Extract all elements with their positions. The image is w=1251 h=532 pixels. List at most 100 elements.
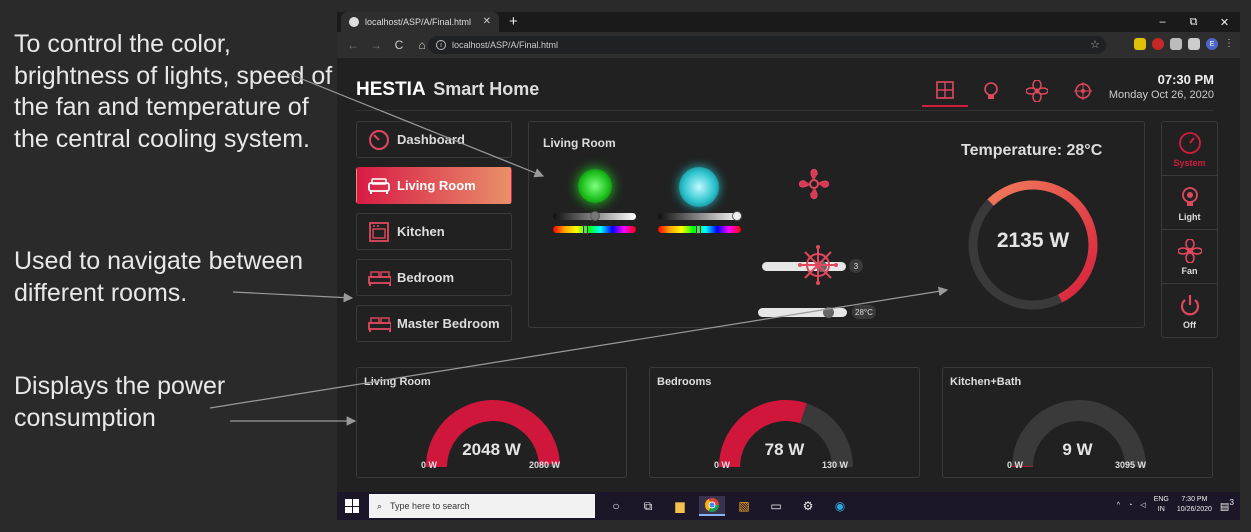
sofa-icon: [367, 175, 391, 197]
slider-thumb[interactable]: [583, 225, 588, 234]
ac-icon[interactable]: [797, 244, 839, 286]
ac-temperature-slider[interactable]: [758, 307, 847, 318]
power-card-min: 0 W: [421, 460, 438, 470]
taskbar-clock[interactable]: 7:30 PM 10/26/2020: [1177, 495, 1212, 515]
power-card-value: 2048 W: [462, 440, 521, 459]
top-nav-fan[interactable]: [1014, 74, 1060, 107]
room-kitchen[interactable]: Kitchen: [356, 213, 512, 250]
mode-off[interactable]: Off: [1162, 284, 1217, 338]
light-2-bulb-icon[interactable]: [679, 167, 719, 207]
room-living-room[interactable]: Living Room: [356, 167, 512, 204]
region-code: IN: [1157, 506, 1165, 513]
light-1-brightness-slider[interactable]: [553, 211, 636, 221]
url-field[interactable]: i localhost/ASP/A/Final.html ☆: [428, 36, 1106, 54]
extension-icon[interactable]: [1170, 38, 1182, 50]
power-card-title: Living Room: [364, 376, 431, 388]
extension-icon[interactable]: [1134, 38, 1146, 50]
taskbar-search-field[interactable]: ⌕ Type here to search: [369, 494, 595, 518]
room-dashboard[interactable]: Dashboard: [356, 121, 512, 158]
home-button[interactable]: ⌂: [415, 38, 429, 52]
mode-label: Fan: [1181, 265, 1198, 276]
fan-icon[interactable]: [795, 165, 833, 203]
info-icon[interactable]: i: [436, 40, 446, 50]
extension-icon[interactable]: [1152, 38, 1164, 50]
top-nav-ac[interactable]: [1060, 74, 1106, 107]
mode-light[interactable]: Light: [1162, 176, 1217, 230]
edge-icon[interactable]: ◉: [827, 496, 853, 516]
brand-subtitle: Smart Home: [433, 79, 540, 99]
mode-system[interactable]: System: [1162, 122, 1217, 176]
language-code: ENG: [1153, 496, 1169, 503]
browser-tab[interactable]: localhost/ASP/A/Final.html ✕: [341, 12, 499, 32]
slider-thumb[interactable]: [823, 307, 834, 318]
search-placeholder: Type here to search: [390, 501, 470, 511]
volume-icon[interactable]: ◁: [1140, 501, 1145, 509]
power-card-value: 9 W: [1062, 440, 1093, 459]
close-window-button[interactable]: ✕: [1209, 12, 1240, 32]
new-tab-button[interactable]: +: [509, 13, 518, 30]
language-indicator[interactable]: ENG IN: [1154, 495, 1169, 515]
room-label: Dashboard: [397, 132, 465, 147]
tab-close-icon[interactable]: ✕: [483, 16, 491, 27]
header-divider: [356, 110, 1213, 111]
windows-start-icon[interactable]: [345, 499, 359, 513]
room-master-bedroom[interactable]: Master Bedroom: [356, 305, 512, 342]
light-1-bulb-icon[interactable]: [578, 169, 612, 203]
profile-avatar[interactable]: E: [1206, 38, 1218, 50]
forward-button[interactable]: →: [369, 38, 383, 52]
globe-icon: [349, 17, 359, 27]
brand-name: HESTIA: [356, 79, 425, 100]
chevron-up-icon[interactable]: ^: [1117, 502, 1120, 509]
system-tray: ^ ◔ ◁ ENG IN 7:30 PM 10/26/2020 ▤3: [1117, 495, 1234, 515]
annotation-power: Displays the power consumption: [14, 372, 226, 432]
clock-date: Monday Oct 26, 2020: [1108, 89, 1214, 101]
restore-button[interactable]: ⧉: [1178, 12, 1209, 32]
address-bar-row: ← → C ⌂ i localhost/ASP/A/Final.html ☆ E…: [337, 32, 1240, 58]
chrome-icon[interactable]: [699, 496, 725, 516]
mode-selector: System Light Fan Off: [1161, 121, 1218, 338]
power-card-min: 0 W: [714, 460, 731, 470]
task-view-icon[interactable]: ⧉: [635, 496, 661, 516]
cortana-icon[interactable]: ○: [603, 496, 629, 516]
power-icon: [1177, 292, 1203, 318]
top-nav-light[interactable]: [968, 74, 1014, 107]
back-button[interactable]: ←: [346, 38, 360, 52]
oven-icon: [367, 221, 391, 243]
power-card-title: Kitchen+Bath: [950, 376, 1022, 388]
mode-label: Light: [1178, 211, 1201, 222]
terminal-icon[interactable]: ▭: [763, 496, 789, 516]
top-nav: [922, 74, 1106, 107]
annotation-navigate: Used to navigate between different rooms…: [14, 247, 304, 307]
notification-icon[interactable]: ▤3: [1220, 497, 1234, 512]
taskbar-time: 7:30 PM: [1181, 496, 1208, 503]
mode-fan[interactable]: Fan: [1162, 230, 1217, 284]
room-label: Kitchen: [397, 224, 445, 239]
power-card-kitchen-bath: Kitchen+Bath 9 W 0 W 3095 W: [942, 367, 1213, 478]
minimize-button[interactable]: –: [1147, 12, 1178, 32]
power-card-max: 2080 W: [529, 460, 561, 470]
file-explorer-icon[interactable]: ▆: [667, 496, 693, 516]
menu-dots-icon[interactable]: ⋮: [1224, 38, 1234, 50]
reload-button[interactable]: C: [392, 38, 406, 52]
power-card-max: 130 W: [822, 460, 849, 470]
control-panel-title: Living Room: [543, 136, 616, 150]
star-icon[interactable]: ☆: [1090, 38, 1100, 51]
room-bedroom[interactable]: Bedroom: [356, 259, 512, 296]
bed-icon: [367, 313, 391, 335]
room-label: Living Room: [397, 178, 476, 193]
puzzle-icon[interactable]: [1188, 38, 1200, 50]
top-nav-rooms[interactable]: [922, 74, 968, 107]
slider-thumb[interactable]: [732, 211, 742, 221]
settings-gear-icon[interactable]: ⚙: [795, 496, 821, 516]
clock: 07:30 PM Monday Oct 26, 2020: [1109, 72, 1214, 101]
light-2-brightness-slider[interactable]: [658, 211, 742, 221]
light-2-color-slider[interactable]: [658, 225, 741, 234]
light-1-color-slider[interactable]: [553, 225, 636, 234]
power-card-bedrooms: Bedrooms 78 W 0 W 130 W: [649, 367, 920, 478]
slider-thumb[interactable]: [696, 225, 701, 234]
slider-thumb[interactable]: [590, 211, 600, 221]
bulb-icon: [1177, 184, 1203, 210]
network-icon[interactable]: ◔: [1128, 502, 1132, 509]
room-control-panel: Living Room 3 28°C Temperature: 28°C 213…: [528, 121, 1145, 328]
sublime-icon[interactable]: ▧: [731, 496, 757, 516]
